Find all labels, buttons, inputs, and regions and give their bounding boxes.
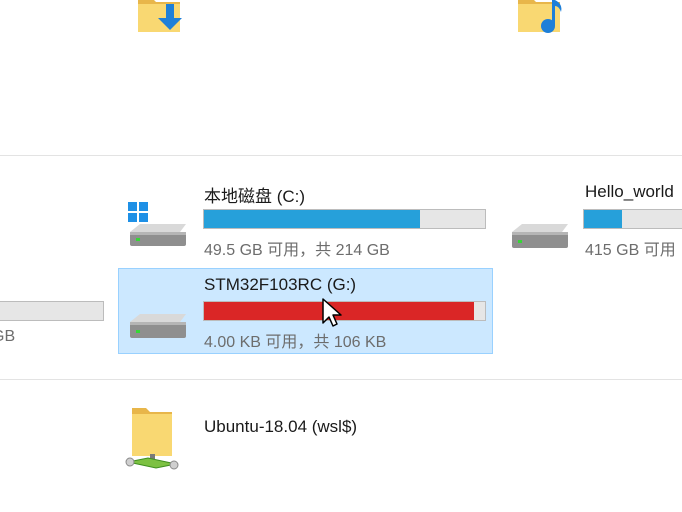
drive-free-left: GB xyxy=(0,328,16,345)
drive-name-c: 本地磁盘 (C:) xyxy=(204,187,306,206)
drive-free-hello-world: 415 GB 可用 xyxy=(585,242,676,259)
mouse-cursor-icon xyxy=(322,298,342,327)
drive-usage-fill-c xyxy=(204,210,421,228)
drive-usage-bar-hello-world xyxy=(583,209,682,229)
section-divider xyxy=(0,155,682,156)
drive-name-g: STM32F103RC (G:) xyxy=(204,275,357,294)
music-folder-icon[interactable] xyxy=(516,0,564,38)
drive-name-hello-world: Hello_world xyxy=(585,182,674,201)
hard-drive-icon xyxy=(512,224,568,248)
windows-drive-icon xyxy=(128,202,186,246)
downloads-folder-icon[interactable] xyxy=(136,0,184,38)
drive-free-c: 49.5 GB 可用，共 214 GB xyxy=(204,242,390,259)
network-location-name: Ubuntu-18.04 (wsl$) xyxy=(204,417,358,436)
drive-usage-bar-g xyxy=(203,301,486,321)
network-folder-icon xyxy=(125,408,179,470)
drive-free-g: 4.00 KB 可用，共 106 KB xyxy=(204,334,387,351)
drive-usage-fill-hello-world xyxy=(584,210,622,228)
drive-usage-bar-left xyxy=(0,301,104,321)
drive-usage-bar-c xyxy=(203,209,486,229)
section-divider xyxy=(0,379,682,380)
hard-drive-icon xyxy=(130,314,186,338)
